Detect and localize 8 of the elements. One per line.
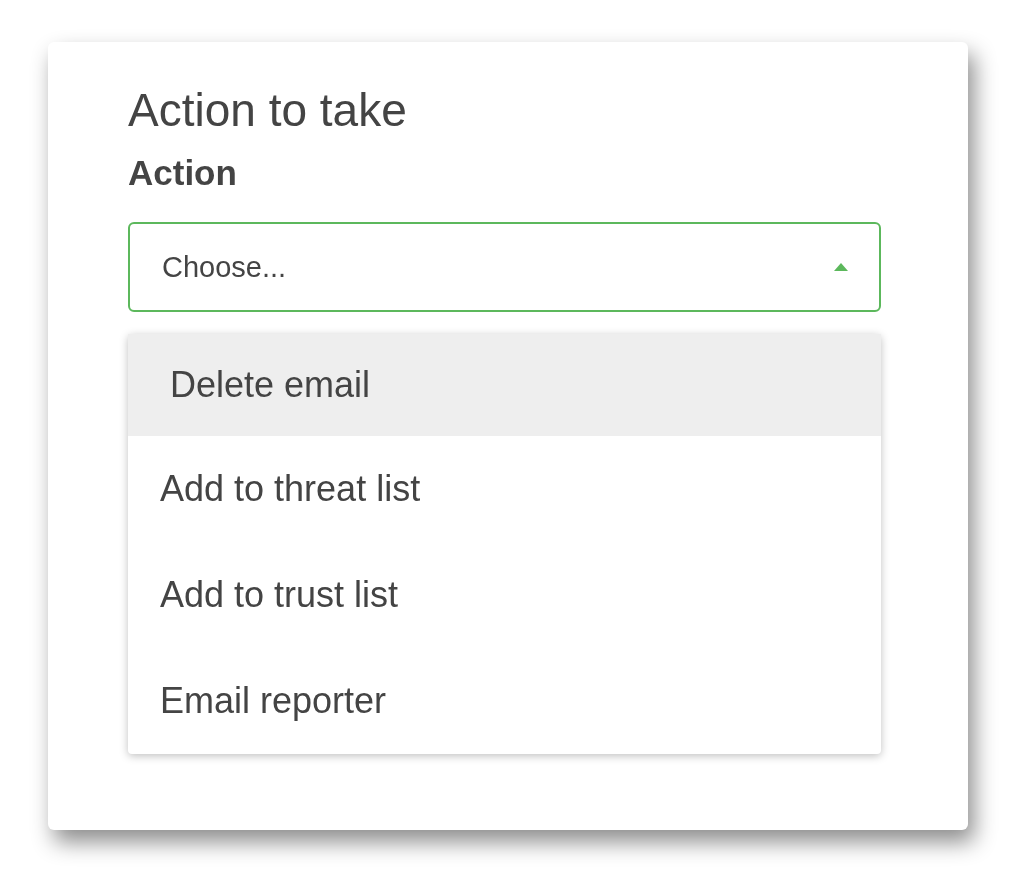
caret-icon bbox=[833, 262, 849, 272]
field-label: Action bbox=[128, 152, 238, 194]
section-title: Action to take bbox=[128, 83, 408, 138]
menu-option[interactable]: Add to trust list bbox=[128, 542, 881, 648]
action-select[interactable]: Choose... bbox=[128, 222, 881, 312]
menu-option[interactable]: Delete email bbox=[128, 334, 881, 436]
menu-option[interactable]: Add to threat list bbox=[128, 436, 881, 542]
menu-option[interactable]: Email reporter bbox=[128, 648, 881, 754]
